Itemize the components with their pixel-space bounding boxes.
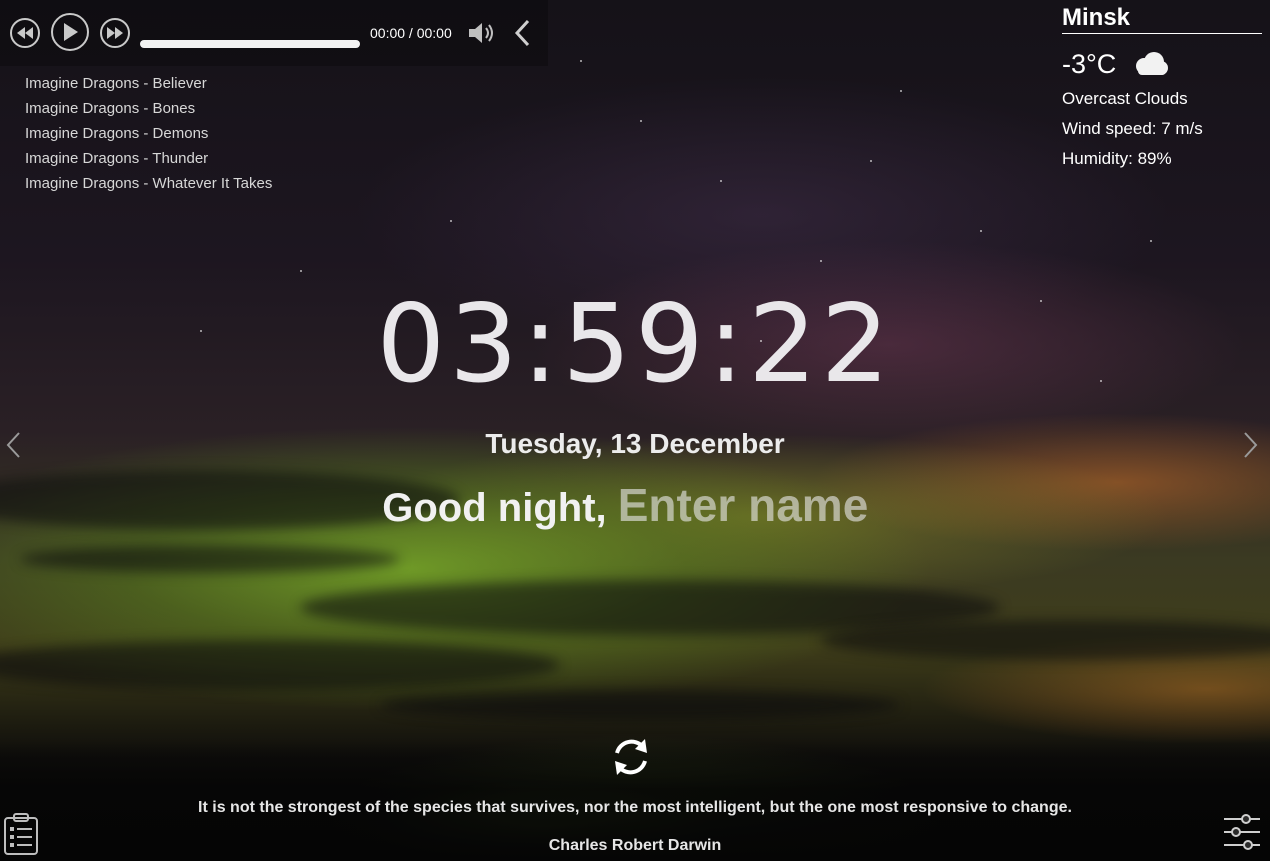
volume-icon[interactable] <box>467 20 495 46</box>
weather-widget: Minsk -3°C Overcast Clouds Wind speed: 7… <box>1062 4 1262 170</box>
weather-temperature: -3°C <box>1062 48 1117 79</box>
playlist-item[interactable]: Imagine Dragons - Believer <box>25 74 272 99</box>
previous-track-button[interactable] <box>10 18 40 48</box>
playlist-item[interactable]: Imagine Dragons - Bones <box>25 99 272 124</box>
weather-humidity: Humidity: 89% <box>1062 149 1172 168</box>
greeting-text: Good night, <box>382 486 607 530</box>
playlist-item[interactable]: Imagine Dragons - Demons <box>25 124 272 149</box>
rewind-icon <box>17 27 33 39</box>
chevron-left-icon[interactable] <box>512 19 532 47</box>
settings-sliders-icon[interactable] <box>1222 812 1262 852</box>
refresh-quote-icon[interactable] <box>609 735 653 779</box>
greeting: Good night, <box>0 478 1270 532</box>
quote-author: Charles Robert Darwin <box>548 837 722 854</box>
weather-wind: Wind speed: 7 m/s <box>1062 119 1203 138</box>
name-input[interactable] <box>617 478 888 532</box>
todo-list-icon[interactable] <box>3 812 39 856</box>
next-track-button[interactable] <box>100 18 130 48</box>
clock-time: 03:59:22 <box>376 282 894 407</box>
quote-text: It is not the strongest of the species t… <box>198 799 1072 816</box>
fast-forward-icon <box>107 27 123 39</box>
weather-description: Overcast Clouds <box>1062 89 1188 108</box>
track-time: 00:00 / 00:00 <box>370 25 452 41</box>
play-icon <box>64 23 78 41</box>
playlist-item[interactable]: Imagine Dragons - Whatever It Takes <box>25 174 272 199</box>
audio-player: 00:00 / 00:00 <box>0 0 548 66</box>
playlist-item[interactable]: Imagine Dragons - Thunder <box>25 149 272 174</box>
play-button[interactable] <box>51 13 89 51</box>
playlist: Imagine Dragons - Believer Imagine Drago… <box>25 74 272 199</box>
date-text: Tuesday, 13 December <box>485 428 785 459</box>
progress-bar[interactable] <box>140 40 360 48</box>
cloud-icon <box>1136 52 1169 75</box>
weather-city[interactable]: Minsk <box>1062 4 1262 34</box>
